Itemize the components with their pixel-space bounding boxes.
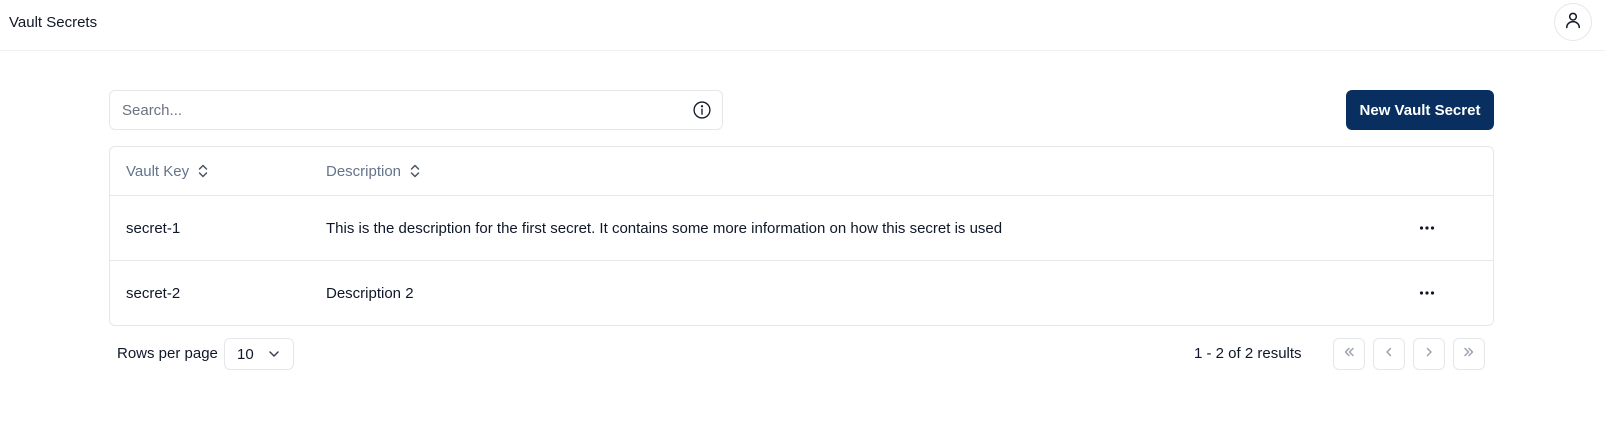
results-count: 1 - 2 of 2 results — [1194, 345, 1302, 362]
vault-key-cell: secret-2 — [126, 284, 181, 302]
new-vault-secret-button[interactable]: New Vault Secret — [1346, 90, 1494, 130]
rows-per-page-select[interactable]: 10 — [224, 338, 294, 370]
chevron-right-icon — [1422, 345, 1436, 364]
chevrons-left-icon — [1342, 345, 1356, 364]
first-page-button[interactable] — [1333, 338, 1365, 370]
chevrons-right-icon — [1462, 345, 1476, 364]
vault-key-cell: secret-1 — [126, 219, 181, 237]
previous-page-button[interactable] — [1373, 338, 1405, 370]
rows-per-page-value: 10 — [237, 346, 254, 363]
page-title: Vault Secrets — [9, 14, 98, 31]
more-icon[interactable] — [1415, 216, 1439, 240]
column-header-description[interactable]: Description — [326, 147, 421, 195]
last-page-button[interactable] — [1453, 338, 1485, 370]
search-input[interactable] — [122, 91, 672, 129]
column-header-label: Vault Key — [126, 162, 190, 180]
table-row[interactable]: secret-1 This is the description for the… — [110, 196, 1493, 261]
more-icon[interactable] — [1415, 281, 1439, 305]
chevron-left-icon — [1382, 345, 1396, 364]
user-menu-button[interactable] — [1554, 3, 1592, 41]
top-bar: Vault Secrets — [0, 0, 1605, 51]
description-cell: Description 2 — [326, 284, 414, 302]
info-icon[interactable] — [692, 100, 712, 120]
column-header-vault-key[interactable]: Vault Key — [126, 147, 209, 195]
search-box — [109, 90, 723, 130]
table-header: Vault Key Description — [110, 147, 1493, 196]
table-row[interactable]: secret-2 Description 2 — [110, 261, 1493, 325]
sort-icon[interactable] — [197, 164, 209, 178]
secrets-table: Vault Key Description secret-1 This is t… — [109, 146, 1494, 326]
next-page-button[interactable] — [1413, 338, 1445, 370]
sort-icon[interactable] — [409, 164, 421, 178]
column-header-label: Description — [326, 162, 402, 180]
rows-per-page-label: Rows per page — [117, 345, 218, 362]
user-icon — [1563, 10, 1583, 35]
description-cell: This is the description for the first se… — [326, 219, 1003, 237]
chevron-down-icon — [267, 347, 281, 361]
